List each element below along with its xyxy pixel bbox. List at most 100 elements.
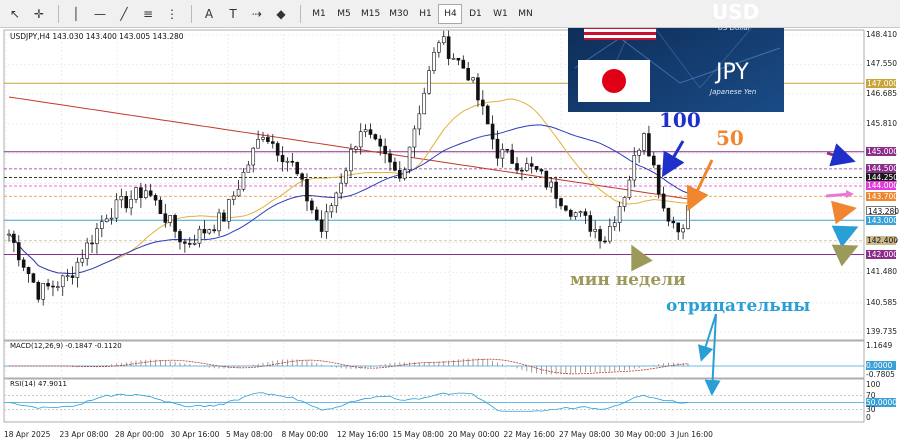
candle-body — [520, 169, 524, 172]
candle-body — [612, 222, 617, 227]
candle-body — [56, 286, 60, 288]
ma100-line — [8, 124, 689, 275]
candle-body — [427, 70, 431, 94]
candle-body — [451, 57, 456, 60]
price-axis-label: 141.480 — [866, 267, 898, 277]
chart-area[interactable]: USDJPY,H4 143.030 143.400 143.005 143.28… — [0, 0, 900, 444]
candle-body — [266, 137, 270, 142]
candle-body — [529, 163, 534, 167]
label-icon[interactable]: T — [222, 3, 244, 25]
candle-body — [158, 199, 163, 214]
candle-body — [393, 161, 397, 171]
candle-body — [358, 131, 363, 148]
candle-body — [349, 148, 353, 172]
candle-body — [378, 138, 383, 147]
indicator-scale-label: 0.0000 — [866, 361, 896, 370]
candle-body — [407, 146, 412, 171]
candle-body — [485, 105, 490, 125]
crosshair-icon[interactable]: ✛ — [28, 3, 50, 25]
toolbar-divider — [300, 4, 301, 23]
time-axis-label: 22 May 16:00 — [503, 430, 555, 439]
candle-body — [251, 147, 256, 166]
level-1437-arrow — [830, 200, 857, 225]
candle-body — [461, 59, 466, 69]
candle-body — [510, 149, 514, 164]
candle-body — [305, 179, 309, 202]
level-price-label: 145.000 — [866, 147, 899, 157]
drawing-tools: ↖ ✛ │ — ╱ ≡ ⋮ A T ⇢ ◆ — [4, 3, 294, 25]
ma50-annotation: 50 — [716, 126, 744, 150]
macd-panel-frame — [3, 340, 865, 379]
candle-body — [119, 196, 124, 201]
candle-body — [300, 173, 304, 180]
candle-body — [339, 182, 343, 194]
jpy-subtitle: Japanese Yen — [710, 88, 757, 96]
candle-body — [7, 233, 11, 236]
candle-body — [134, 187, 138, 200]
week-low-arrow — [631, 244, 653, 272]
candle-body — [388, 153, 392, 163]
level-price-label: 143.280 — [866, 206, 900, 217]
time-axis-label: 18 Apr 2025 — [4, 430, 51, 439]
candle-body — [573, 212, 578, 217]
rsi-panel-frame — [3, 378, 865, 423]
candle-body — [26, 267, 31, 274]
candle-body — [270, 141, 275, 144]
japan-flag-icon — [578, 60, 650, 102]
candle-body — [310, 200, 314, 211]
rsi-header: RSI(14) 47.9011 — [10, 380, 67, 388]
channel-icon[interactable]: ≡ — [137, 3, 159, 25]
candle-body — [642, 133, 646, 151]
candle-body — [324, 211, 329, 232]
timeframe-m1-button[interactable]: M1 — [307, 4, 331, 24]
toolbar-divider — [191, 4, 192, 23]
candle-body — [676, 222, 681, 233]
candle-body — [173, 215, 177, 232]
text-icon[interactable]: A — [198, 3, 220, 25]
cursor-icon[interactable]: ↖ — [4, 3, 26, 25]
timeframe-d1-button[interactable]: D1 — [463, 4, 487, 24]
timeframe-m15-button[interactable]: M15 — [357, 4, 384, 24]
symbol-header: USDJPY,H4 143.030 143.400 143.005 143.28… — [10, 32, 184, 41]
candle-body — [21, 259, 26, 268]
timeframe-mn-button[interactable]: MN — [513, 4, 537, 24]
price-chart[interactable] — [0, 28, 900, 444]
price-axis-label: 148.410 — [866, 30, 898, 39]
candle-body — [568, 209, 573, 217]
candle-body — [60, 275, 65, 287]
candle-body — [231, 195, 236, 200]
horizontal-line-icon[interactable]: — — [89, 3, 111, 25]
candle-body — [583, 211, 588, 216]
macd-signal-line — [9, 358, 689, 375]
candle-body — [559, 198, 563, 207]
candle-body — [148, 190, 153, 196]
timeframe-w1-button[interactable]: W1 — [488, 4, 512, 24]
candle-body — [143, 190, 148, 199]
candle-body — [456, 57, 461, 61]
vertical-line-icon[interactable]: │ — [65, 3, 87, 25]
price-axis-label: 146.685 — [866, 89, 898, 99]
candle-body — [588, 215, 593, 232]
timeframe-h1-button[interactable]: H1 — [413, 4, 437, 24]
candle-body — [222, 212, 226, 222]
timeframe-m5-button[interactable]: M5 — [332, 4, 356, 24]
timeframe-m30-button[interactable]: M30 — [385, 4, 412, 24]
candle-body — [295, 162, 300, 175]
candle-body — [373, 134, 378, 140]
candle-body — [471, 77, 475, 81]
time-axis-label: 28 Apr 00:00 — [115, 430, 164, 439]
shapes-icon[interactable]: ◆ — [270, 3, 292, 25]
candle-body — [564, 205, 568, 211]
candle-body — [212, 229, 216, 232]
moving-averages — [8, 96, 689, 275]
candle-body — [109, 217, 114, 220]
trendline-icon[interactable]: ╱ — [113, 3, 135, 25]
candle-body — [129, 199, 133, 209]
candle-body — [656, 164, 661, 195]
candle-body — [495, 138, 500, 159]
candle-body — [246, 164, 251, 173]
timeframe-h4-button[interactable]: H4 — [438, 3, 463, 24]
time-axis-label: 23 Apr 08:00 — [59, 430, 109, 439]
fibonacci-icon[interactable]: ⋮ — [161, 3, 183, 25]
arrows-icon[interactable]: ⇢ — [246, 3, 268, 25]
